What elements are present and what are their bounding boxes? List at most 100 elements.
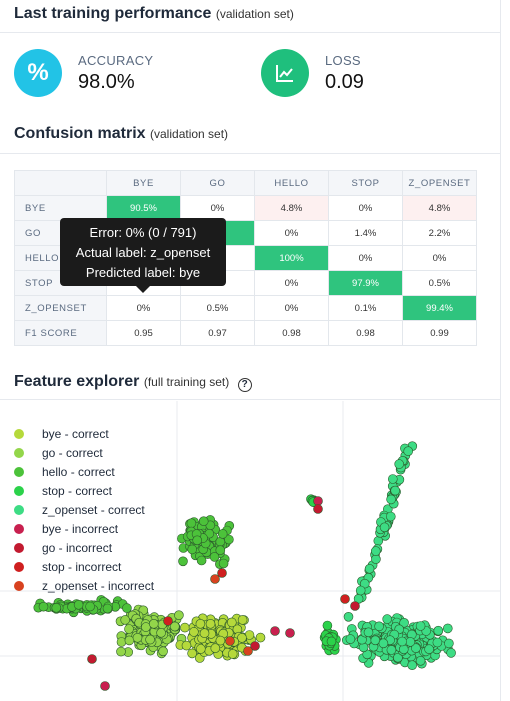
- legend-label: stop - incorrect: [42, 559, 122, 574]
- legend-label: go - incorrect: [42, 540, 113, 555]
- scatter-point: [124, 624, 134, 634]
- legend-item[interactable]: stop - incorrect: [14, 557, 154, 576]
- legend-dot-icon: [14, 428, 24, 439]
- legend-label: bye - correct: [42, 426, 109, 441]
- column-header: Z_OPENSET: [402, 170, 477, 196]
- scatter-point: [387, 474, 398, 484]
- scatter-point: [122, 603, 132, 613]
- performance-header: Last training performance (validation se…: [0, 0, 500, 33]
- legend-label: z_openset - incorrect: [42, 578, 155, 593]
- legend-label: go - correct: [42, 445, 103, 460]
- scatter-point: [364, 564, 375, 574]
- scatter-point-incorrect: [87, 654, 97, 664]
- matrix-cell[interactable]: 97.9%: [328, 270, 403, 296]
- scatter-point: [215, 635, 226, 646]
- tooltip-arrow: [136, 286, 150, 293]
- legend-item[interactable]: go - incorrect: [14, 538, 154, 557]
- scatter-point: [51, 603, 62, 613]
- scatter-point: [432, 637, 443, 648]
- scatter-point: [405, 637, 416, 647]
- scatter-point: [227, 617, 237, 628]
- matrix-cell[interactable]: 0.5%: [402, 270, 477, 296]
- panel-divider: [500, 0, 501, 701]
- matrix-cell[interactable]: 0%: [254, 220, 329, 246]
- scatter-point-incorrect: [100, 681, 110, 691]
- matrix-cell[interactable]: 0%: [402, 245, 477, 271]
- legend-dot-icon: [14, 542, 24, 553]
- legend-label: z_openset - correct: [42, 502, 145, 517]
- scatter-point-incorrect: [270, 626, 280, 636]
- scatter-point: [415, 621, 426, 631]
- matrix-cell[interactable]: 2.2%: [402, 220, 477, 246]
- accuracy-value: 98.0%: [78, 70, 135, 93]
- scatter-point: [149, 619, 159, 629]
- scatter-point: [210, 643, 221, 653]
- scatter-point: [217, 529, 228, 539]
- scatter-point: [394, 459, 405, 469]
- legend-dot-icon: [14, 523, 24, 534]
- legend-item[interactable]: bye - incorrect: [14, 519, 154, 538]
- f1-cell: 0.98: [328, 320, 403, 346]
- scatter-point: [158, 646, 168, 657]
- confusion-title: Confusion matrix: [14, 125, 146, 142]
- matrix-cell[interactable]: 99.4%: [402, 295, 477, 321]
- matrix-cell[interactable]: 0%: [328, 245, 403, 271]
- confusion-subtitle: (validation set): [150, 127, 229, 141]
- matrix-cell[interactable]: 100%: [254, 245, 329, 271]
- scatter-point: [326, 636, 337, 647]
- scatter-point: [370, 546, 381, 556]
- scatter-point: [382, 614, 393, 624]
- scatter-point: [355, 585, 366, 596]
- matrix-cell[interactable]: 4.8%: [402, 195, 477, 221]
- f1-cell: 0.97: [180, 320, 255, 346]
- explorer-header: Feature explorer (full training set) ?: [0, 366, 500, 400]
- matrix-cell[interactable]: 0.5%: [180, 295, 255, 321]
- row-header: Z_OPENSET: [14, 295, 107, 321]
- matrix-cell[interactable]: 1.4%: [328, 220, 403, 246]
- matrix-cell[interactable]: 90.5%: [106, 195, 181, 221]
- loss-metric: LOSS 0.09: [261, 48, 364, 98]
- percent-icon: %: [14, 49, 62, 97]
- scatter-point: [199, 628, 210, 638]
- scatter-point-incorrect: [285, 628, 295, 638]
- matrix-cell[interactable]: 0%: [254, 295, 329, 321]
- scatter-point-incorrect: [350, 601, 360, 611]
- legend-item[interactable]: z_openset - incorrect: [14, 576, 154, 595]
- scatter-point: [370, 635, 381, 646]
- scatter-point-incorrect: [313, 504, 323, 514]
- tooltip-error: Error: 0% (0 / 791): [89, 225, 197, 240]
- legend-item[interactable]: go - correct: [14, 443, 154, 462]
- legend-dot-icon: [14, 447, 24, 458]
- legend-item[interactable]: bye - correct: [14, 424, 154, 443]
- scatter-point: [345, 634, 356, 644]
- matrix-cell[interactable]: 4.8%: [254, 195, 329, 221]
- column-header: STOP: [328, 170, 403, 196]
- legend-item[interactable]: hello - correct: [14, 462, 154, 481]
- scatter-point: [174, 610, 184, 620]
- f1-cell: 0.99: [402, 320, 477, 346]
- scatter-point: [102, 603, 113, 614]
- scatter-point: [373, 536, 384, 546]
- help-icon[interactable]: ?: [237, 378, 252, 392]
- matrix-cell[interactable]: 0%: [106, 295, 181, 321]
- scatter-point: [189, 627, 199, 637]
- legend-item[interactable]: z_openset - correct: [14, 500, 154, 519]
- matrix-cell[interactable]: 0%: [328, 195, 403, 221]
- scatter-point: [397, 636, 407, 647]
- confusion-header: Confusion matrix (validation set): [0, 118, 500, 154]
- legend-label: bye - incorrect: [42, 521, 119, 536]
- chart-trend-icon: [261, 49, 309, 97]
- scatter-point: [124, 635, 135, 646]
- scatter-point: [378, 638, 389, 649]
- performance-subtitle: (validation set): [215, 7, 294, 21]
- matrix-cell[interactable]: 0.1%: [328, 295, 403, 321]
- scatter-point: [73, 600, 84, 610]
- matrix-cell[interactable]: 0%: [180, 195, 255, 221]
- tooltip-actual: Actual label: z_openset: [75, 245, 211, 260]
- legend-item[interactable]: stop - correct: [14, 481, 154, 500]
- scatter-point: [187, 648, 197, 659]
- scatter-point: [196, 644, 206, 654]
- scatter-point: [196, 555, 207, 566]
- matrix-cell[interactable]: 0%: [254, 270, 329, 296]
- scatter-point-incorrect: [217, 568, 227, 578]
